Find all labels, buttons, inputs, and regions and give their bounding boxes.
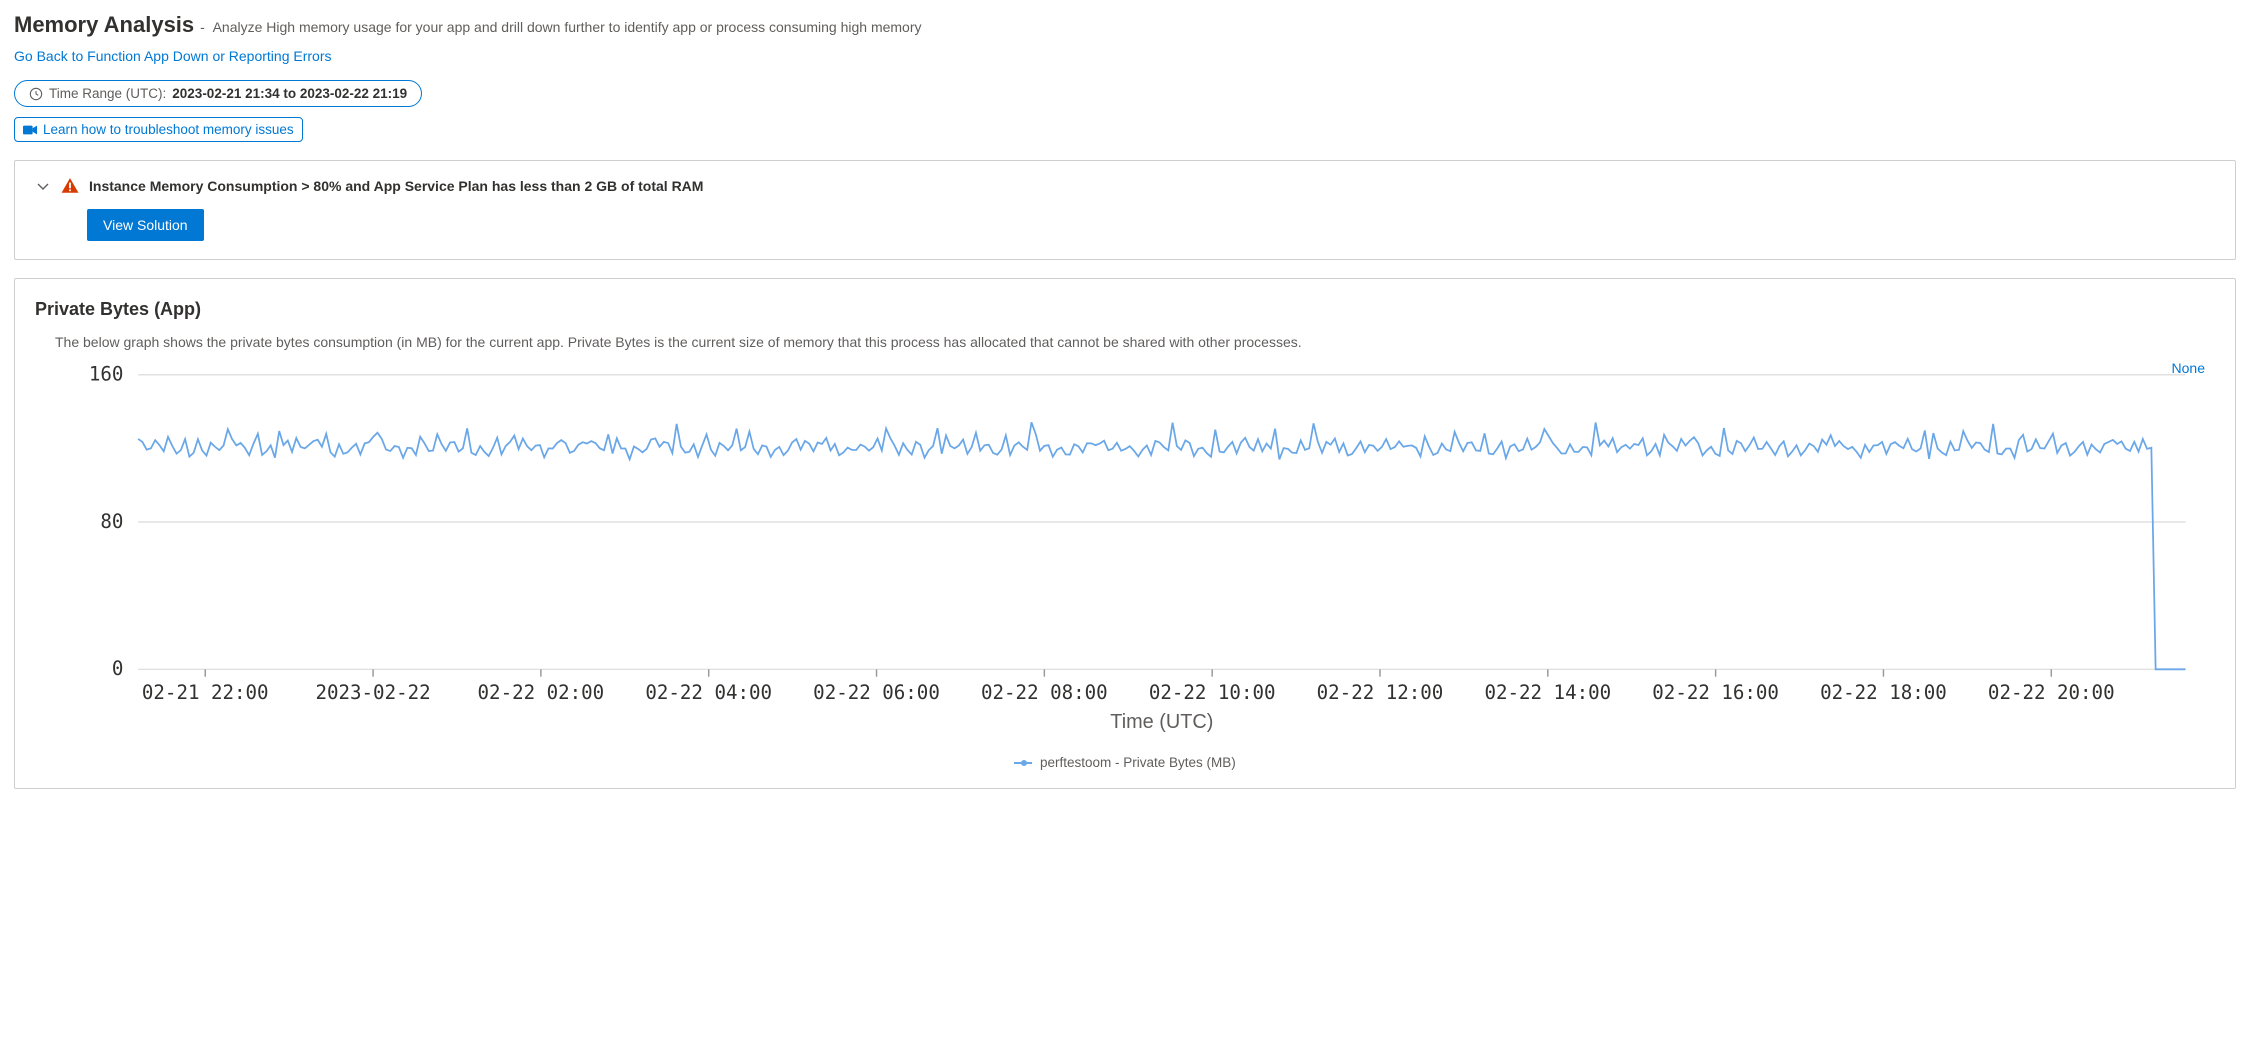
private-bytes-desc: The below graph shows the private bytes …: [55, 334, 2215, 350]
warning-icon: [61, 177, 79, 195]
legend-marker: [1014, 762, 1032, 764]
time-range-pill[interactable]: Time Range (UTC): 2023-02-21 21:34 to 20…: [14, 80, 422, 107]
alert-card: Instance Memory Consumption > 80% and Ap…: [14, 160, 2236, 260]
svg-text:02-22 18:00: 02-22 18:00: [1820, 681, 1947, 704]
svg-text:02-22 16:00: 02-22 16:00: [1652, 681, 1779, 704]
private-bytes-chart: None 0 80 160 02-21 22:00 2023-02-22 02-22 02…: [35, 360, 2215, 770]
learn-link-text: Learn how to troubleshoot memory issues: [43, 122, 294, 137]
legend-label: perftestoom - Private Bytes (MB): [1040, 755, 1236, 770]
svg-text:02-22 14:00: 02-22 14:00: [1484, 681, 1611, 704]
learn-link-pill[interactable]: Learn how to troubleshoot memory issues: [14, 117, 303, 142]
time-range-value: 2023-02-21 21:34 to 2023-02-22 21:19: [172, 86, 407, 101]
svg-text:160: 160: [89, 363, 124, 386]
svg-text:0: 0: [112, 657, 124, 680]
svg-text:02-22 12:00: 02-22 12:00: [1317, 681, 1444, 704]
chart-legend: perftestoom - Private Bytes (MB): [35, 755, 2215, 770]
svg-text:02-21 22:00: 02-21 22:00: [142, 681, 269, 704]
chevron-down-icon[interactable]: [35, 178, 51, 194]
svg-text:Time (UTC): Time (UTC): [1110, 711, 1213, 733]
view-solution-button[interactable]: View Solution: [87, 209, 204, 241]
svg-text:02-22 08:00: 02-22 08:00: [981, 681, 1108, 704]
clock-icon: [29, 87, 43, 101]
alert-text: Instance Memory Consumption > 80% and Ap…: [89, 178, 703, 194]
svg-text:02-22 02:00: 02-22 02:00: [478, 681, 605, 704]
chart-none-link[interactable]: None: [2172, 360, 2205, 376]
svg-text:02-22 10:00: 02-22 10:00: [1149, 681, 1276, 704]
svg-text:02-22 06:00: 02-22 06:00: [813, 681, 940, 704]
back-link[interactable]: Go Back to Function App Down or Reportin…: [14, 48, 331, 64]
private-bytes-card: Private Bytes (App) The below graph show…: [14, 278, 2236, 789]
page-title: Memory Analysis: [14, 12, 194, 38]
page-subtitle: - Analyze High memory usage for your app…: [200, 19, 921, 35]
time-range-label: Time Range (UTC):: [49, 86, 166, 101]
private-bytes-title: Private Bytes (App): [35, 299, 2215, 320]
video-icon: [23, 124, 37, 136]
svg-text:2023-02-22: 2023-02-22: [315, 681, 430, 704]
svg-text:80: 80: [100, 510, 123, 533]
svg-text:02-22 04:00: 02-22 04:00: [645, 681, 772, 704]
svg-text:02-22 20:00: 02-22 20:00: [1988, 681, 2115, 704]
